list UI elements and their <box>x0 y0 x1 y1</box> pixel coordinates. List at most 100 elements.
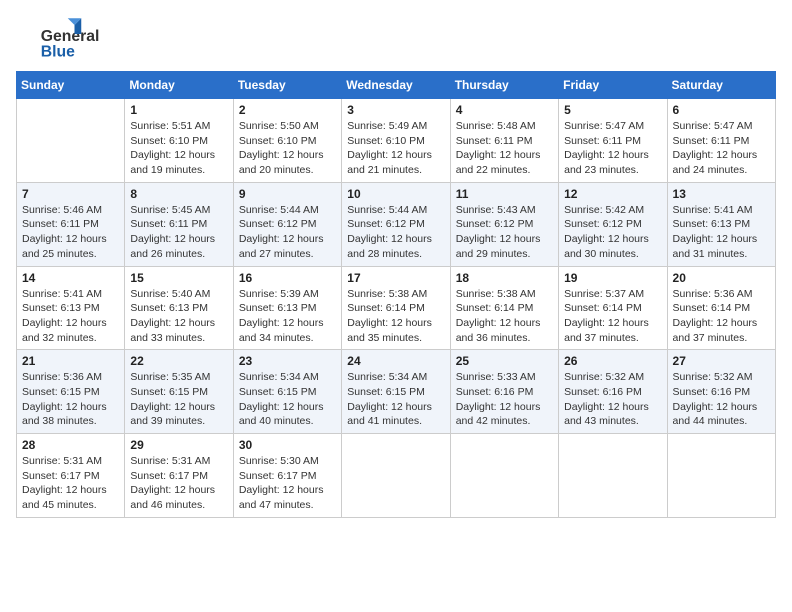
day-number: 9 <box>239 187 336 201</box>
day-number: 26 <box>564 354 661 368</box>
day-number: 30 <box>239 438 336 452</box>
day-info: Sunrise: 5:45 AM Sunset: 6:11 PM Dayligh… <box>130 203 227 262</box>
day-number: 24 <box>347 354 444 368</box>
day-number: 11 <box>456 187 553 201</box>
day-number: 3 <box>347 103 444 117</box>
calendar-cell: 2 Sunrise: 5:50 AM Sunset: 6:10 PM Daylig… <box>233 99 341 183</box>
day-of-week-header: Tuesday <box>233 72 341 99</box>
day-info: Sunrise: 5:33 AM Sunset: 6:16 PM Dayligh… <box>456 370 553 429</box>
calendar-cell <box>559 434 667 518</box>
calendar-body: 1Sunrise: 5:51 AM Sunset: 6:10 PM Daylig… <box>17 99 776 518</box>
days-of-week-row: SundayMondayTuesdayWednesdayThursdayFrid… <box>17 72 776 99</box>
logo: General Blue <box>16 16 106 61</box>
day-number: 4 <box>456 103 553 117</box>
day-info: Sunrise: 5:46 AM Sunset: 6:11 PM Dayligh… <box>22 203 119 262</box>
day-number: 22 <box>130 354 227 368</box>
calendar-cell: 28Sunrise: 5:31 AM Sunset: 6:17 PM Dayli… <box>17 434 125 518</box>
svg-text:Blue: Blue <box>41 44 75 61</box>
calendar-cell: 19Sunrise: 5:37 AM Sunset: 6:14 PM Dayli… <box>559 266 667 350</box>
calendar-week-row: 7Sunrise: 5:46 AM Sunset: 6:11 PM Daylig… <box>17 182 776 266</box>
calendar-cell: 13 Sunrise: 5:41 AM Sunset: 6:13 PM Dayli… <box>667 182 775 266</box>
calendar-cell: 26 Sunrise: 5:32 AM Sunset: 6:16 PM Dayli… <box>559 350 667 434</box>
calendar-cell: 16Sunrise: 5:39 AM Sunset: 6:13 PM Dayli… <box>233 266 341 350</box>
calendar-cell <box>667 434 775 518</box>
day-number: 5 <box>564 103 661 117</box>
day-number: 25 <box>456 354 553 368</box>
day-info: Sunrise: 5:43 AM Sunset: 6:12 PM Dayligh… <box>456 203 553 262</box>
day-of-week-header: Friday <box>559 72 667 99</box>
day-of-week-header: Thursday <box>450 72 558 99</box>
day-info: Sunrise: 5:38 AM Sunset: 6:14 PM Dayligh… <box>347 287 444 346</box>
calendar-cell: 9Sunrise: 5:44 AM Sunset: 6:12 PM Daylig… <box>233 182 341 266</box>
day-number: 14 <box>22 271 119 285</box>
day-info: Sunrise: 5:36 AM Sunset: 6:15 PM Dayligh… <box>22 370 119 429</box>
calendar-cell: 10Sunrise: 5:44 AM Sunset: 6:12 PM Dayli… <box>342 182 450 266</box>
day-number: 12 <box>564 187 661 201</box>
day-info: Sunrise: 5:34 AM Sunset: 6:15 PM Dayligh… <box>239 370 336 429</box>
day-info: Sunrise: 5:41 AM Sunset: 6:13 PM Dayligh… <box>22 287 119 346</box>
day-number: 19 <box>564 271 661 285</box>
day-info: Sunrise: 5:50 AM Sunset: 6:10 PM Dayligh… <box>239 119 336 178</box>
day-info: Sunrise: 5:36 AM Sunset: 6:14 PM Dayligh… <box>673 287 770 346</box>
calendar-cell: 21 Sunrise: 5:36 AM Sunset: 6:15 PM Dayli… <box>17 350 125 434</box>
day-number: 1 <box>130 103 227 117</box>
day-info: Sunrise: 5:41 AM Sunset: 6:13 PM Dayligh… <box>673 203 770 262</box>
page-header: General Blue <box>16 16 776 61</box>
day-info: Sunrise: 5:35 AM Sunset: 6:15 PM Dayligh… <box>130 370 227 429</box>
day-info: Sunrise: 5:49 AM Sunset: 6:10 PM Dayligh… <box>347 119 444 178</box>
calendar-cell <box>342 434 450 518</box>
calendar-cell: 12 Sunrise: 5:42 AM Sunset: 6:12 PM Dayli… <box>559 182 667 266</box>
day-info: Sunrise: 5:31 AM Sunset: 6:17 PM Dayligh… <box>130 454 227 513</box>
day-info: Sunrise: 5:47 AM Sunset: 6:11 PM Dayligh… <box>673 119 770 178</box>
day-number: 29 <box>130 438 227 452</box>
calendar-cell: 30 Sunrise: 5:30 AM Sunset: 6:17 PM Dayli… <box>233 434 341 518</box>
day-number: 8 <box>130 187 227 201</box>
calendar-table: SundayMondayTuesdayWednesdayThursdayFrid… <box>16 71 776 518</box>
day-number: 13 <box>673 187 770 201</box>
calendar-week-row: 14 Sunrise: 5:41 AM Sunset: 6:13 PM Dayli… <box>17 266 776 350</box>
calendar-cell: 1Sunrise: 5:51 AM Sunset: 6:10 PM Daylig… <box>125 99 233 183</box>
day-info: Sunrise: 5:38 AM Sunset: 6:14 PM Dayligh… <box>456 287 553 346</box>
calendar-cell: 3 Sunrise: 5:49 AM Sunset: 6:10 PM Daylig… <box>342 99 450 183</box>
calendar-cell: 6 Sunrise: 5:47 AM Sunset: 6:11 PM Daylig… <box>667 99 775 183</box>
calendar-cell <box>450 434 558 518</box>
svg-text:General: General <box>41 28 100 45</box>
day-number: 20 <box>673 271 770 285</box>
calendar-cell <box>17 99 125 183</box>
calendar-cell: 25 Sunrise: 5:33 AM Sunset: 6:16 PM Dayli… <box>450 350 558 434</box>
day-number: 10 <box>347 187 444 201</box>
day-number: 18 <box>456 271 553 285</box>
day-of-week-header: Monday <box>125 72 233 99</box>
calendar-cell: 29 Sunrise: 5:31 AM Sunset: 6:17 PM Dayli… <box>125 434 233 518</box>
calendar-cell: 24 Sunrise: 5:34 AM Sunset: 6:15 PM Dayli… <box>342 350 450 434</box>
calendar-week-row: 21 Sunrise: 5:36 AM Sunset: 6:15 PM Dayli… <box>17 350 776 434</box>
calendar-cell: 11 Sunrise: 5:43 AM Sunset: 6:12 PM Dayli… <box>450 182 558 266</box>
day-info: Sunrise: 5:30 AM Sunset: 6:17 PM Dayligh… <box>239 454 336 513</box>
day-info: Sunrise: 5:48 AM Sunset: 6:11 PM Dayligh… <box>456 119 553 178</box>
day-number: 6 <box>673 103 770 117</box>
day-number: 21 <box>22 354 119 368</box>
calendar-cell: 17 Sunrise: 5:38 AM Sunset: 6:14 PM Dayli… <box>342 266 450 350</box>
calendar-header: SundayMondayTuesdayWednesdayThursdayFrid… <box>17 72 776 99</box>
calendar-cell: 8 Sunrise: 5:45 AM Sunset: 6:11 PM Daylig… <box>125 182 233 266</box>
calendar-cell: 18 Sunrise: 5:38 AM Sunset: 6:14 PM Dayli… <box>450 266 558 350</box>
calendar-week-row: 28Sunrise: 5:31 AM Sunset: 6:17 PM Dayli… <box>17 434 776 518</box>
calendar-cell: 5 Sunrise: 5:47 AM Sunset: 6:11 PM Daylig… <box>559 99 667 183</box>
day-number: 17 <box>347 271 444 285</box>
day-info: Sunrise: 5:42 AM Sunset: 6:12 PM Dayligh… <box>564 203 661 262</box>
day-info: Sunrise: 5:32 AM Sunset: 6:16 PM Dayligh… <box>673 370 770 429</box>
day-number: 15 <box>130 271 227 285</box>
day-info: Sunrise: 5:39 AM Sunset: 6:13 PM Dayligh… <box>239 287 336 346</box>
day-number: 27 <box>673 354 770 368</box>
day-info: Sunrise: 5:40 AM Sunset: 6:13 PM Dayligh… <box>130 287 227 346</box>
calendar-cell: 7Sunrise: 5:46 AM Sunset: 6:11 PM Daylig… <box>17 182 125 266</box>
day-of-week-header: Sunday <box>17 72 125 99</box>
day-info: Sunrise: 5:32 AM Sunset: 6:16 PM Dayligh… <box>564 370 661 429</box>
day-info: Sunrise: 5:47 AM Sunset: 6:11 PM Dayligh… <box>564 119 661 178</box>
day-number: 2 <box>239 103 336 117</box>
calendar-cell: 14 Sunrise: 5:41 AM Sunset: 6:13 PM Dayli… <box>17 266 125 350</box>
calendar-cell: 22 Sunrise: 5:35 AM Sunset: 6:15 PM Dayli… <box>125 350 233 434</box>
day-info: Sunrise: 5:34 AM Sunset: 6:15 PM Dayligh… <box>347 370 444 429</box>
day-number: 23 <box>239 354 336 368</box>
calendar-cell: 23 Sunrise: 5:34 AM Sunset: 6:15 PM Dayli… <box>233 350 341 434</box>
